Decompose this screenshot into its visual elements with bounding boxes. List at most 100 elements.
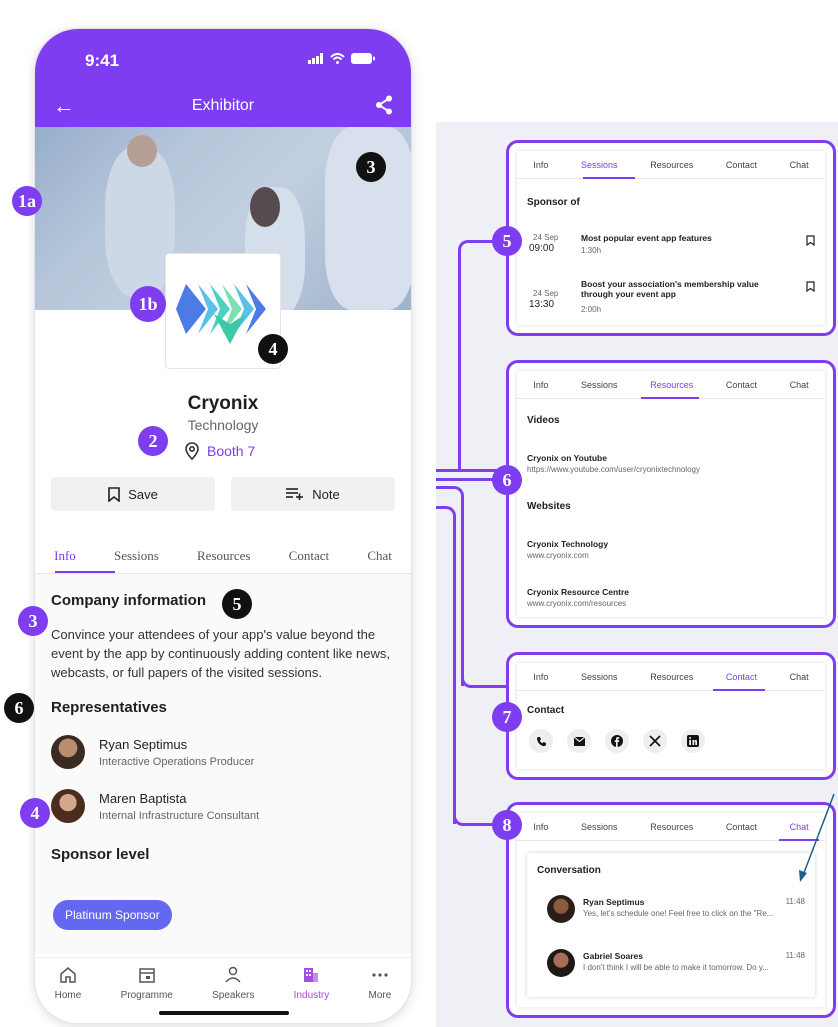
- bookmark-icon[interactable]: [806, 281, 815, 292]
- tab-contact[interactable]: Contact: [726, 151, 757, 178]
- linkedin-icon[interactable]: [681, 729, 705, 753]
- bookmark-icon: [108, 486, 120, 502]
- panel-tabs: Info Sessions Resources Contact Chat: [517, 813, 825, 841]
- resource-title[interactable]: Cryonix Resource Centre: [527, 587, 629, 597]
- marker-1a: 1a: [12, 186, 42, 216]
- rep-title: Internal Infrastructure Consultant: [99, 809, 260, 822]
- tab-resources[interactable]: Resources: [650, 371, 693, 398]
- booth-label: Booth 7: [207, 443, 256, 459]
- calendar-icon: [138, 968, 155, 983]
- avatar: [547, 895, 575, 923]
- app-header: 9:41 ← Exhibitor: [35, 29, 411, 127]
- tab-info[interactable]: Info: [533, 663, 548, 690]
- sponsor-of-title: Sponsor of: [527, 197, 580, 208]
- rep-title: Interactive Operations Producer: [99, 755, 255, 768]
- status-time: 9:41: [85, 51, 120, 70]
- tab-sessions[interactable]: Sessions: [114, 544, 159, 573]
- chat-time: 11:48: [785, 897, 805, 906]
- tab-resources[interactable]: Resources: [650, 813, 693, 840]
- session-title[interactable]: Boost your association's membership valu…: [581, 279, 781, 299]
- home-icon: [60, 967, 76, 983]
- active-tab-indicator: [583, 177, 635, 179]
- marker-3-left: 3: [18, 606, 48, 636]
- resource-url[interactable]: www.cryonix.com: [527, 551, 589, 560]
- tab-sessions[interactable]: Sessions: [581, 371, 618, 398]
- marker-6-left: 6: [4, 693, 34, 723]
- facebook-icon[interactable]: [605, 729, 629, 753]
- marker-4-top: 4: [258, 334, 288, 364]
- nav-speakers-label: Speakers: [212, 990, 255, 1001]
- session-title[interactable]: Most popular event app features: [581, 233, 712, 243]
- nav-more-label: More: [368, 990, 392, 1001]
- resource-url[interactable]: www.cryonix.com/resources: [527, 599, 626, 608]
- tab-resources[interactable]: Resources: [197, 544, 250, 573]
- session-duration: 2:00h: [581, 305, 602, 314]
- avatar: [547, 949, 575, 977]
- resource-title[interactable]: Cryonix Technology: [527, 539, 608, 549]
- representative-item[interactable]: Maren Baptista Internal Infrastructure C…: [51, 789, 259, 823]
- tab-contact[interactable]: Contact: [726, 371, 757, 398]
- resource-url[interactable]: https://www.youtube.com/user/cryonixtech…: [527, 465, 700, 474]
- resource-title[interactable]: Cryonix on Youtube: [527, 453, 607, 463]
- company-category: Technology: [187, 417, 259, 433]
- tab-sessions[interactable]: Sessions: [581, 813, 618, 840]
- add-note-icon: [286, 488, 304, 500]
- marker-5-left: 5: [222, 589, 252, 619]
- resources-panel-content: Info Sessions Resources Contact Chat Vid…: [517, 371, 825, 617]
- tab-contact[interactable]: Contact: [726, 813, 757, 840]
- tab-contact[interactable]: Contact: [289, 544, 329, 573]
- nav-home[interactable]: Home: [54, 958, 82, 1023]
- contact-title: Contact: [527, 705, 565, 716]
- tab-resources[interactable]: Resources: [650, 663, 693, 690]
- contact-actions: [529, 729, 705, 753]
- tab-info[interactable]: Info: [533, 151, 548, 178]
- company-info-text: Convince your attendees of your app's va…: [51, 627, 390, 680]
- note-button[interactable]: Note: [231, 477, 395, 511]
- representative-item[interactable]: Ryan Septimus Interactive Operations Pro…: [51, 735, 254, 769]
- nav-row: ← Exhibitor: [35, 93, 411, 123]
- marker-3-top: 3: [356, 152, 386, 182]
- email-icon[interactable]: [567, 729, 591, 753]
- nav-home-label: Home: [54, 990, 82, 1001]
- note-label: Note: [312, 486, 340, 502]
- marker-7: 7: [492, 702, 522, 732]
- contact-panel: Info Sessions Resources Contact Chat Con…: [506, 652, 836, 780]
- nav-industry[interactable]: Industry: [294, 958, 329, 1023]
- avatar: [51, 735, 85, 769]
- tab-info[interactable]: Info: [533, 813, 548, 840]
- save-button[interactable]: Save: [51, 477, 215, 511]
- tab-resources[interactable]: Resources: [650, 151, 693, 178]
- share-icon[interactable]: [375, 95, 393, 115]
- battery-icon: [351, 53, 375, 64]
- sponsor-level-title: Sponsor level: [51, 846, 150, 863]
- phone-icon[interactable]: [529, 729, 553, 753]
- x-twitter-icon[interactable]: [643, 729, 667, 753]
- nav-programme-label: Programme: [120, 990, 173, 1001]
- connector-5-vertical: [458, 240, 506, 470]
- chat-preview[interactable]: Yes, let's schedule one! Feel free to cl…: [583, 909, 773, 918]
- bookmark-icon[interactable]: [806, 235, 815, 246]
- chat-preview[interactable]: I don't think I will be able to make it …: [583, 963, 769, 972]
- tab-info[interactable]: Info: [54, 544, 76, 573]
- tab-chat[interactable]: Chat: [790, 663, 809, 690]
- websites-title: Websites: [527, 501, 571, 512]
- more-icon: [372, 973, 388, 977]
- wifi-icon: [330, 53, 345, 64]
- nav-more[interactable]: More: [368, 958, 392, 1023]
- tab-chat[interactable]: Chat: [367, 544, 392, 573]
- tab-sessions[interactable]: Sessions: [581, 663, 618, 690]
- tab-contact[interactable]: Contact: [726, 663, 757, 690]
- tab-chat[interactable]: Chat: [790, 371, 809, 398]
- chat-panel-content: Info Sessions Resources Contact Chat Con…: [517, 813, 825, 1007]
- booth-link[interactable]: Booth 7: [185, 442, 255, 460]
- profile-tabs: Info Sessions Resources Contact Chat: [35, 544, 411, 574]
- conversation-title: Conversation: [537, 865, 601, 876]
- panel-tabs: Info Sessions Resources Contact Chat: [517, 663, 825, 691]
- building-icon: [304, 968, 319, 982]
- tab-info[interactable]: Info: [533, 371, 548, 398]
- sessions-panel-content: Info Sessions Resources Contact Chat Spo…: [517, 151, 825, 325]
- tab-sessions[interactable]: Sessions: [581, 151, 618, 178]
- panel-tabs: Info Sessions Resources Contact Chat: [517, 151, 825, 179]
- tab-chat[interactable]: Chat: [790, 151, 809, 178]
- rep-name: Maren Baptista: [99, 790, 187, 806]
